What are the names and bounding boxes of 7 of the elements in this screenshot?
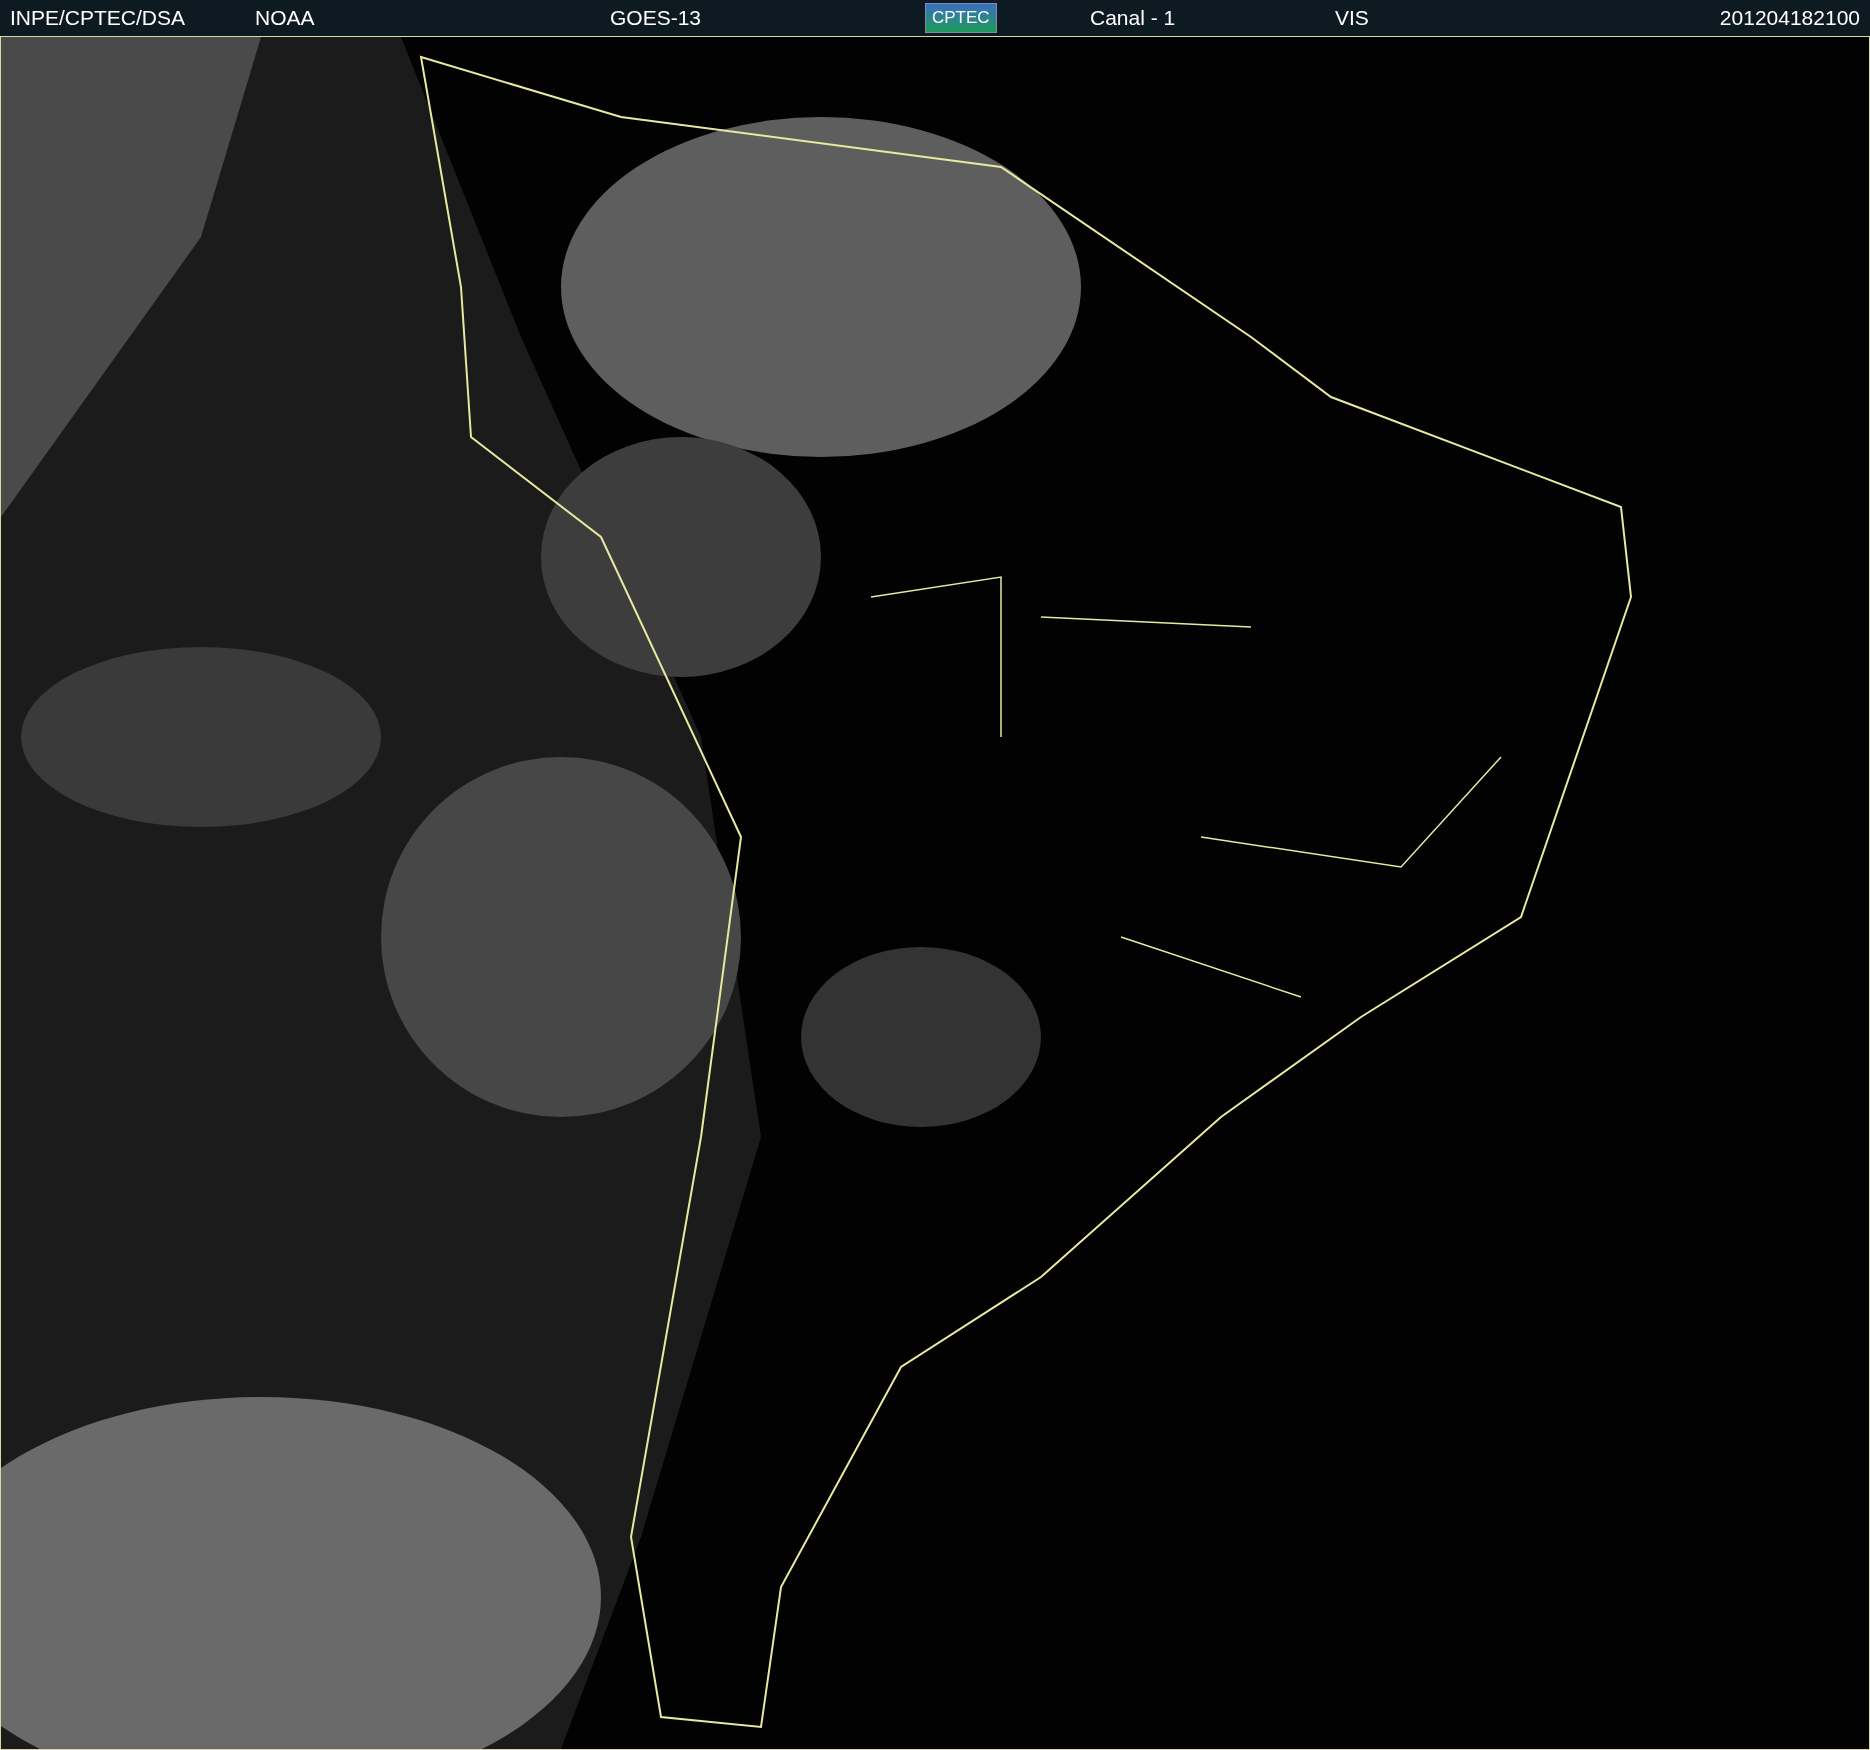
logo: CPTEC bbox=[925, 3, 997, 33]
band-label: VIS bbox=[1335, 6, 1369, 30]
agency-label: NOAA bbox=[255, 6, 315, 30]
channel-label: Canal - 1 bbox=[1090, 6, 1176, 30]
source-label: INPE/CPTEC/DSA bbox=[10, 6, 186, 30]
timestamp-label: 201204182100 bbox=[1719, 6, 1860, 30]
satellite-label: GOES-13 bbox=[610, 6, 702, 30]
